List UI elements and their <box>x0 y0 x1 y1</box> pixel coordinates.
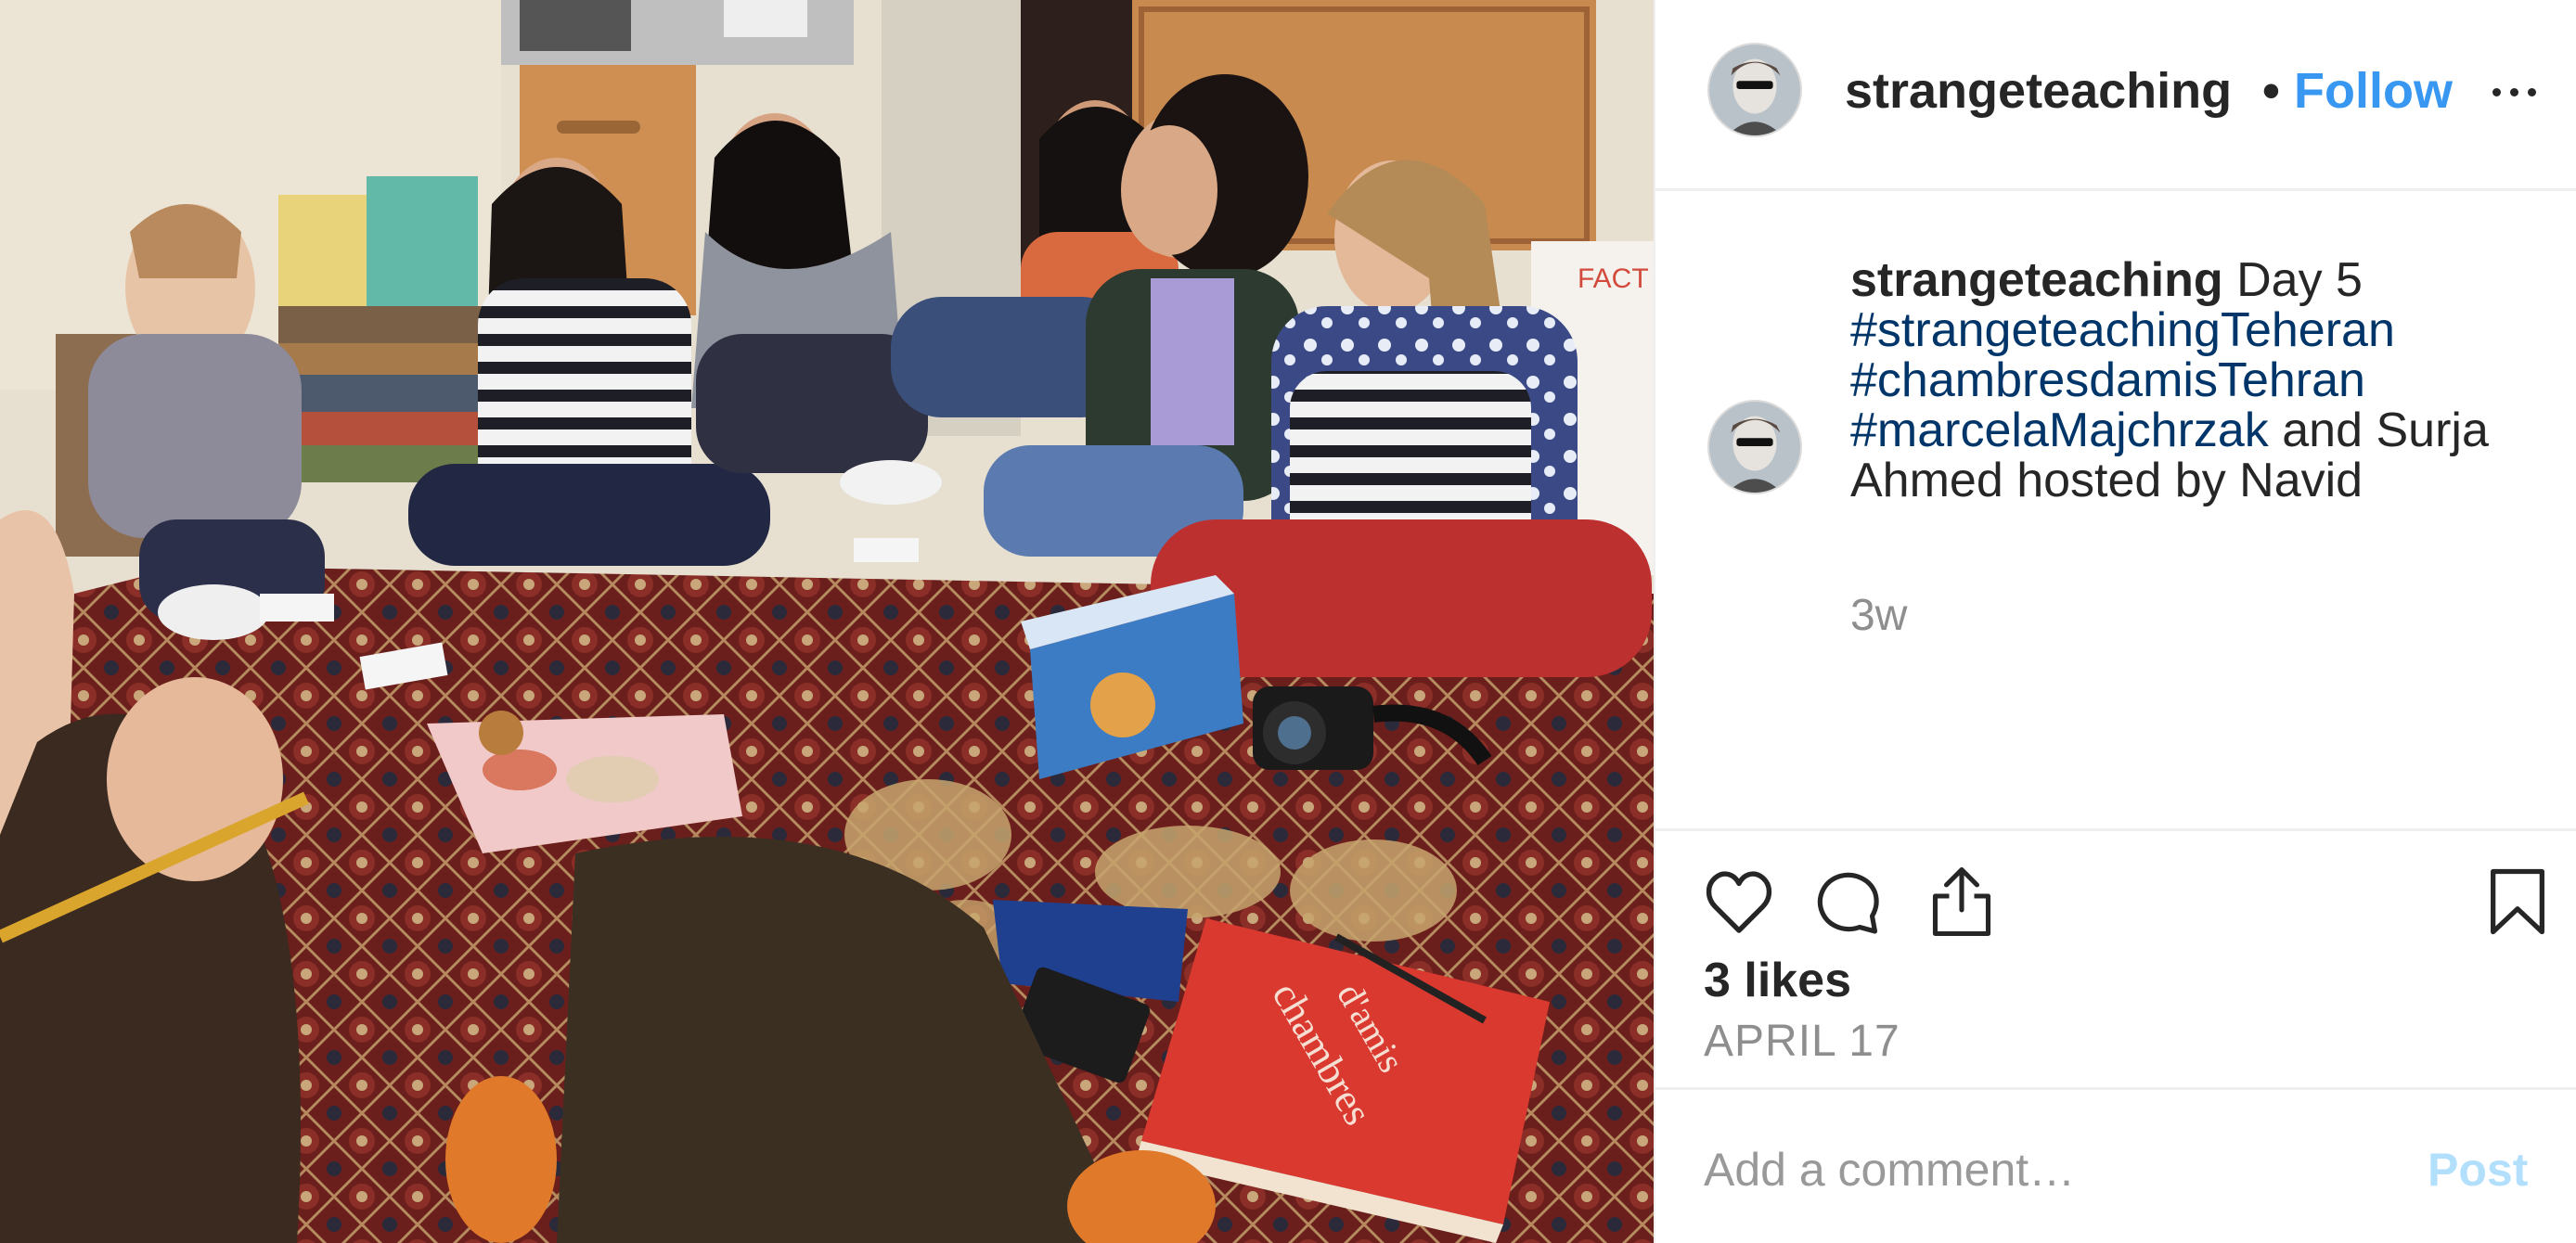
avatar[interactable] <box>1707 43 1802 137</box>
post-comment-button[interactable]: Post <box>2428 1141 2528 1198</box>
add-comment-section: Post <box>1655 1093 2576 1243</box>
comment-button[interactable] <box>1815 870 1882 937</box>
post-actions: 3 likes APRIL 17 <box>1655 828 2576 1090</box>
share-button[interactable] <box>1928 865 1995 939</box>
post-sidebar: strangeteaching • Follow strangeteaching… <box>1654 0 2576 1243</box>
caption-avatar-image <box>1709 402 1800 493</box>
comment-bubble-icon <box>1817 872 1879 934</box>
more-horizontal-icon <box>2492 87 2501 96</box>
follow-button[interactable]: Follow <box>2294 58 2453 124</box>
caption-section: strangeteaching Day 5 #strangeteachingTe… <box>1655 194 2576 828</box>
likes-count[interactable]: 3 likes <box>1704 952 1851 1009</box>
caption-body: Day 5 <box>2236 253 2363 307</box>
avatar-image <box>1709 45 1800 135</box>
hashtag-link[interactable]: #strangeteachingTeheran <box>1850 303 2395 357</box>
caption-timestamp[interactable]: 3w <box>1850 591 1907 641</box>
comment-input[interactable] <box>1704 1135 2409 1204</box>
more-horizontal-icon-dot <box>2527 87 2536 96</box>
post-photo-illustration: FACT chambres d'amis <box>0 0 1654 1243</box>
separator-dot: • <box>2262 63 2280 119</box>
post-header: strangeteaching • Follow <box>1655 0 2576 191</box>
post-date[interactable]: APRIL 17 <box>1704 1015 1900 1069</box>
caption-avatar[interactable] <box>1707 400 1802 494</box>
svg-text:FACT: FACT <box>1578 263 1649 294</box>
bookmark-icon <box>2491 868 2544 935</box>
share-icon <box>1932 866 1991 937</box>
hashtag-link[interactable]: #marcelaMajchrzak <box>1850 404 2269 457</box>
hashtag-link[interactable]: #chambresdamisTehran <box>1850 353 2365 407</box>
save-button[interactable] <box>2489 866 2546 937</box>
more-options-button[interactable] <box>2481 78 2546 106</box>
more-horizontal-icon-dot <box>2509 87 2518 96</box>
caption-text: strangeteaching Day 5 #strangeteachingTe… <box>1850 255 2537 506</box>
heart-icon <box>1706 871 1772 933</box>
caption-username[interactable]: strangeteaching <box>1850 253 2223 307</box>
post-username[interactable]: strangeteaching <box>1845 58 2260 124</box>
post-photo[interactable]: FACT chambres d'amis <box>0 0 1654 1243</box>
like-button[interactable] <box>1704 870 1774 935</box>
